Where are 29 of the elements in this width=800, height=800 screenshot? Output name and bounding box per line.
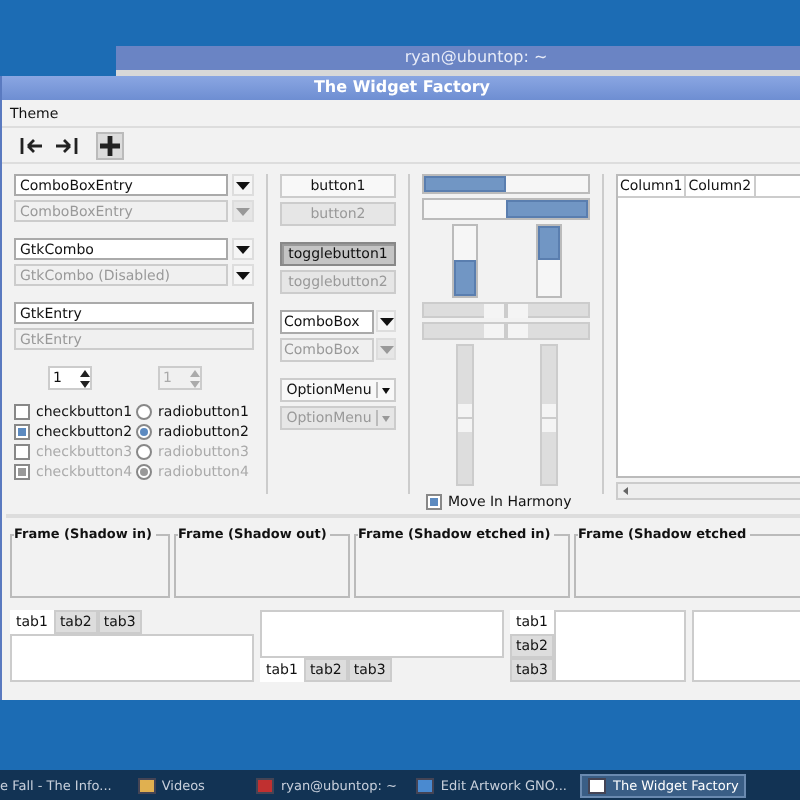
slider[interactable] xyxy=(422,322,590,340)
caret-icon xyxy=(381,415,390,421)
caret-icon xyxy=(381,387,390,393)
caret-icon xyxy=(236,271,250,279)
caret-icon xyxy=(379,345,393,353)
notebook-page xyxy=(553,610,686,682)
scrollbar[interactable] xyxy=(616,482,800,500)
slider-handle[interactable] xyxy=(457,403,471,432)
spin-arrows-icon xyxy=(189,369,199,387)
window-title: ryan@ubuntop: ~ xyxy=(116,46,800,70)
scroll-left-icon[interactable] xyxy=(618,484,634,498)
caret-icon xyxy=(236,181,250,189)
caret-icon xyxy=(379,317,393,325)
slider[interactable] xyxy=(539,343,557,486)
window-title: The Widget Factory xyxy=(2,76,800,100)
slider-handle[interactable] xyxy=(484,303,528,318)
dropdown-button[interactable] xyxy=(232,238,254,260)
dropdown-button[interactable] xyxy=(232,174,254,196)
slider-handle[interactable] xyxy=(541,403,555,432)
add-button[interactable] xyxy=(96,131,124,159)
slider-handle[interactable] xyxy=(484,324,528,339)
dropdown-button[interactable] xyxy=(232,264,254,286)
caret-icon xyxy=(236,245,250,253)
slider[interactable] xyxy=(422,301,590,319)
notebook-page xyxy=(692,610,800,682)
spin-arrows-icon xyxy=(79,369,89,387)
dropdown-button[interactable] xyxy=(376,310,396,332)
slider[interactable] xyxy=(455,343,473,486)
caret-icon xyxy=(236,207,250,215)
